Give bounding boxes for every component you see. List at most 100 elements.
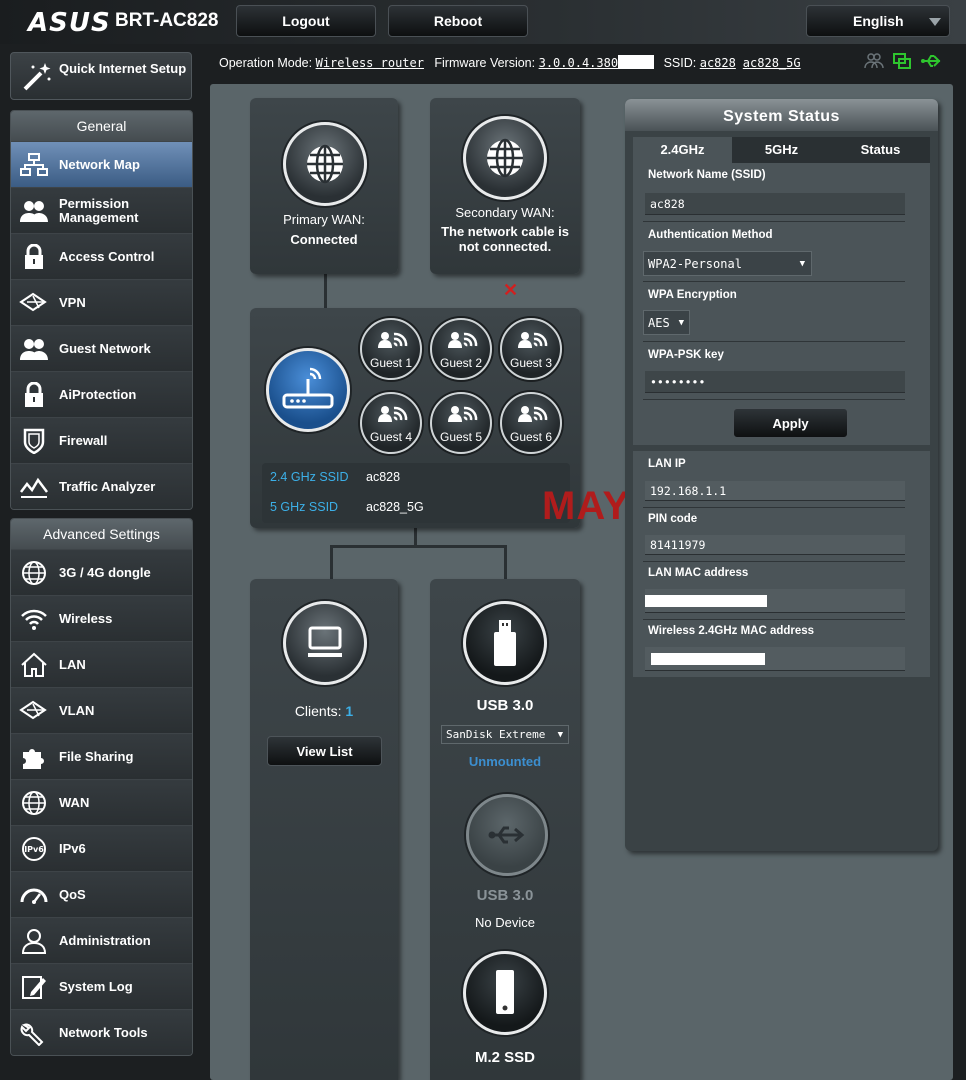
psk-input[interactable]: •••••••• xyxy=(645,371,905,393)
sidebar-item-permission-management[interactable]: Permission Management xyxy=(11,187,192,233)
sidebar-item-network-tools[interactable]: Network Tools xyxy=(11,1009,192,1055)
sidebar-item-label: Permission Management xyxy=(59,195,139,225)
sidebar-item-aiprotection[interactable]: AiProtection xyxy=(11,371,192,417)
guest-wifi-icon xyxy=(378,332,408,348)
sidebar-item-file-sharing[interactable]: File Sharing xyxy=(11,733,192,779)
firmware-link[interactable]: 3.0.0.4.380 xyxy=(539,56,618,70)
sidebar-item-vpn[interactable]: VPN xyxy=(11,279,192,325)
router-button[interactable] xyxy=(266,348,350,432)
tab-status[interactable]: Status xyxy=(831,137,930,163)
tab-5ghz[interactable]: 5GHz xyxy=(732,137,831,163)
tools-icon xyxy=(20,1023,44,1046)
guest-5-button[interactable]: Guest 5 xyxy=(430,392,492,454)
ssid5-value: ac828_5G xyxy=(366,500,424,514)
primary-wan-globe[interactable] xyxy=(283,122,367,206)
sidebar-item-dongle[interactable]: 3G / 4G dongle xyxy=(11,549,192,595)
sidebar-item-guest-network[interactable]: Guest Network xyxy=(11,325,192,371)
usb-status-icon[interactable] xyxy=(920,52,942,70)
primary-wan-panel[interactable]: Primary WAN: Connected xyxy=(250,98,398,274)
wan-connector-line xyxy=(324,274,327,308)
ssid-summary: 2.4 GHz SSID ac828 5 GHz SSID ac828_5G xyxy=(262,463,570,523)
apply-button[interactable]: Apply xyxy=(733,408,848,438)
logout-button[interactable]: Logout xyxy=(236,5,376,37)
secondary-wan-panel[interactable]: Secondary WAN: The network cable is not … xyxy=(430,98,580,274)
guest-label: Guest 6 xyxy=(509,430,553,444)
sidebar-item-administration[interactable]: Administration xyxy=(11,917,192,963)
sidebar-item-vlan[interactable]: VLAN xyxy=(11,687,192,733)
sidebar-item-qos[interactable]: QoS xyxy=(11,871,192,917)
sidebar-item-label: Wireless xyxy=(59,610,113,626)
secondary-wan-globe[interactable] xyxy=(463,116,547,200)
guest-4-button[interactable]: Guest 4 xyxy=(360,392,422,454)
top-bar: ASUS BRT-AC828 Logout Reboot English xyxy=(0,0,966,44)
auth-method-select[interactable]: WPA2-Personal ▼ xyxy=(643,251,812,276)
traffic-icon xyxy=(20,477,48,498)
sidebar-item-label: VLAN xyxy=(59,702,95,718)
router-panel: Guest 1 Guest 2 Guest 3 Guest 4 Guest 5 … xyxy=(250,308,580,528)
quick-internet-setup-button[interactable]: Quick Internet Setup xyxy=(10,52,192,100)
router-connector-line xyxy=(414,528,417,546)
guest-3-button[interactable]: Guest 3 xyxy=(500,318,562,380)
m2-ssd-button[interactable] xyxy=(463,951,547,1035)
encryption-select[interactable]: AES ▼ xyxy=(643,310,690,335)
sidebar-item-label: WAN xyxy=(59,794,90,810)
lan-mac-field xyxy=(645,589,905,613)
sidebar-item-traffic-analyzer[interactable]: Traffic Analyzer xyxy=(11,463,192,509)
ssid-24-link[interactable]: ac828 xyxy=(700,56,736,70)
sidebar-item-firewall[interactable]: Firewall xyxy=(11,417,192,463)
sidebar-item-label: AiProtection xyxy=(59,386,137,402)
branch-connector-line xyxy=(330,545,506,548)
view-list-button[interactable]: View List xyxy=(267,736,382,766)
sidebar-item-network-map[interactable]: Network Map xyxy=(11,141,192,187)
redaction-box xyxy=(645,595,767,607)
lan-status: LAN IP 192.168.1.1 PIN code 81411979 LAN… xyxy=(633,451,930,677)
divider xyxy=(643,341,905,342)
vlan-icon xyxy=(19,700,47,720)
operation-mode-link[interactable]: Wireless router xyxy=(316,56,424,70)
wireless-mac-field xyxy=(645,647,905,671)
globe-icon xyxy=(22,561,46,585)
usb1-device-select[interactable]: SanDisk Extreme ▼ xyxy=(441,725,569,744)
language-select[interactable]: English xyxy=(806,5,950,37)
usb-drive-icon xyxy=(494,620,516,666)
ssid-input[interactable]: ac828 xyxy=(645,193,905,215)
redaction-box xyxy=(651,653,765,665)
guest-1-button[interactable]: Guest 1 xyxy=(360,318,422,380)
sidebar-item-access-control[interactable]: Access Control xyxy=(11,233,192,279)
sidebar-item-wan[interactable]: WAN xyxy=(11,779,192,825)
sidebar-item-label: QoS xyxy=(59,886,86,902)
lan-ip-label: LAN IP xyxy=(648,458,686,470)
sidebar-item-label: IPv6 xyxy=(59,840,86,856)
ssid5-label: 5 GHz SSID xyxy=(270,500,339,514)
guest-2-button[interactable]: Guest 2 xyxy=(430,318,492,380)
clients-button[interactable] xyxy=(283,601,367,685)
sidebar-item-lan[interactable]: LAN xyxy=(11,641,192,687)
dropdown-caret-icon: ▼ xyxy=(678,317,684,328)
clients-count-row: Clients: 1 xyxy=(250,703,398,719)
sidebar-item-ipv6[interactable]: IPv6 IPv6 xyxy=(11,825,192,871)
usb1-state[interactable]: Unmounted xyxy=(430,754,580,769)
sidebar-item-wireless[interactable]: Wireless xyxy=(11,595,192,641)
globe-icon xyxy=(487,138,523,178)
home-icon xyxy=(21,652,47,677)
lock-icon xyxy=(25,244,43,269)
encryption-value: AES xyxy=(648,315,670,330)
ssid-5-link[interactable]: ac828_5G xyxy=(743,56,801,70)
status-icons xyxy=(864,52,942,70)
sidebar-item-label: Firewall xyxy=(59,432,108,448)
internet-status-icon[interactable] xyxy=(892,52,912,70)
tab-24ghz[interactable]: 2.4GHz xyxy=(633,137,732,163)
log-icon xyxy=(22,976,46,999)
sidebar-item-label: System Log xyxy=(59,978,133,994)
clients-count: 1 xyxy=(345,703,354,719)
clients-status-icon[interactable] xyxy=(864,52,884,70)
reboot-button[interactable]: Reboot xyxy=(388,5,528,37)
sidebar-item-system-log[interactable]: System Log xyxy=(11,963,192,1009)
usb1-button[interactable] xyxy=(463,601,547,685)
sidebar-item-label: File Sharing xyxy=(59,748,134,764)
clients-panel: Clients: 1 View List xyxy=(250,579,398,1080)
guest-6-button[interactable]: Guest 6 xyxy=(500,392,562,454)
usb2-button[interactable] xyxy=(466,794,548,876)
psk-field-label: WPA-PSK key xyxy=(648,349,724,361)
auth-field-label: Authentication Method xyxy=(648,229,773,241)
